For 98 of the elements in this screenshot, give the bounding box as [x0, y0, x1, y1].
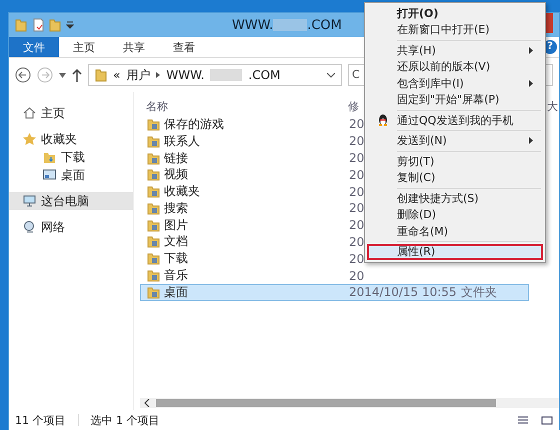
- dropdown-icon[interactable]: [327, 72, 335, 78]
- folder-icon: [147, 118, 160, 131]
- folder-icon: [147, 185, 160, 198]
- file-name: 桌面: [164, 284, 188, 301]
- computer-icon: [23, 195, 36, 207]
- folder-icon: [147, 134, 160, 148]
- scroll-left-icon[interactable]: [144, 399, 150, 407]
- file-row[interactable]: 音乐 20: [140, 267, 529, 284]
- menu-item[interactable]: 剪切(T): [367, 153, 543, 170]
- window-title: .COM: [307, 18, 342, 32]
- home-icon: [23, 107, 36, 119]
- scrollbar-thumb[interactable]: [156, 399, 496, 407]
- date-cell: 2014/10/15 10:55: [349, 285, 457, 300]
- address-bar[interactable]: « 用户 WWW. .COM: [88, 64, 342, 86]
- menu-item[interactable]: 属性(R): [367, 244, 543, 260]
- column-header[interactable]: 修: [348, 98, 359, 114]
- date-cell: 20: [349, 184, 364, 199]
- sidebar-item[interactable]: 桌面: [9, 166, 133, 184]
- recent-dropdown-icon[interactable]: [59, 72, 66, 78]
- redacted-block: [210, 69, 242, 81]
- breadcrumb-item[interactable]: WWW.: [166, 68, 204, 82]
- folder-icon: [147, 235, 160, 248]
- folder-icon: [147, 269, 160, 282]
- menu-item[interactable]: 打开(O): [367, 5, 543, 22]
- file-name: 下载: [164, 250, 188, 268]
- file-name: 视频: [164, 166, 188, 184]
- sidebar-label: 这台电脑: [41, 192, 89, 210]
- properties-icon[interactable]: [32, 18, 44, 32]
- breadcrumb-overflow[interactable]: «: [113, 68, 120, 82]
- sidebar-label: 收藏夹: [41, 130, 77, 148]
- menu-item[interactable]: 删除(D): [367, 206, 543, 223]
- submenu-arrow-icon: [529, 137, 533, 144]
- column-header[interactable]: 大: [547, 98, 558, 114]
- sidebar-label: 网络: [41, 218, 65, 236]
- submenu-arrow-icon: [529, 46, 533, 54]
- submenu-arrow-icon: [529, 80, 533, 87]
- sidebar-item[interactable]: 主页: [9, 104, 133, 122]
- folder-icon: [147, 252, 160, 266]
- dropdown-icon[interactable]: [66, 21, 74, 29]
- menu-item[interactable]: 共享(H): [367, 42, 543, 58]
- folder-icon: [95, 68, 107, 82]
- file-name: 链接: [164, 150, 188, 166]
- file-name: 图片: [164, 216, 188, 234]
- sidebar-label: 下载: [61, 148, 85, 166]
- date-cell: 20: [349, 252, 364, 266]
- breadcrumb-item[interactable]: 用户: [126, 66, 150, 84]
- sidebar-item[interactable]: 收藏夹: [9, 130, 133, 148]
- date-cell: 20: [349, 201, 364, 216]
- sidebar-item[interactable]: 下载: [9, 148, 133, 166]
- sidebar-label: 主页: [41, 104, 65, 122]
- menu-item[interactable]: 发送到(N): [367, 132, 543, 149]
- file-name: 音乐: [164, 267, 188, 284]
- ribbon-tab[interactable]: 文件: [9, 37, 59, 57]
- chevron-icon[interactable]: [156, 72, 160, 78]
- file-name: 联系人: [164, 132, 200, 150]
- date-cell: 20: [349, 234, 364, 249]
- menu-item[interactable]: 还原以前的版本(V): [367, 58, 543, 75]
- desktop-icon: [43, 169, 56, 181]
- folder-icon: [147, 286, 160, 299]
- date-cell: 20: [349, 218, 364, 232]
- file-name: 收藏夹: [164, 183, 200, 200]
- file-row[interactable]: 桌面 2014/10/15 10:55 文件夹: [140, 284, 529, 301]
- date-cell: 20: [349, 150, 364, 165]
- back-icon[interactable]: [15, 67, 31, 83]
- menu-item[interactable]: 复制(C): [367, 170, 543, 186]
- breadcrumb-item[interactable]: .COM: [248, 68, 280, 82]
- star-icon: [23, 133, 36, 145]
- details-view-icon[interactable]: [517, 414, 529, 426]
- menu-item[interactable]: 在新窗口中打开(E): [367, 22, 543, 38]
- menu-item[interactable]: 创建快捷方式(S): [367, 190, 543, 206]
- date-cell: 20: [349, 268, 364, 283]
- menu-item[interactable]: 重命名(M): [367, 223, 543, 240]
- penguin-icon: [377, 114, 389, 127]
- menu-item[interactable]: 包含到库中(I): [367, 75, 543, 92]
- menu-item[interactable]: 通过QQ发送到我的手机: [367, 112, 543, 128]
- file-name: 文档: [164, 233, 188, 250]
- sidebar-item[interactable]: 网络: [9, 218, 133, 236]
- folder-icon: [147, 202, 160, 215]
- redacted-block: [273, 19, 308, 31]
- folder-icon: [147, 152, 160, 164]
- item-count: 11 个项目: [15, 412, 66, 428]
- date-cell: 20: [349, 168, 364, 182]
- selection-count: 选中 1 个项目: [90, 412, 160, 428]
- date-cell: 20: [349, 134, 364, 148]
- file-name: 保存的游戏: [164, 116, 224, 133]
- network-icon: [23, 221, 36, 233]
- date-cell: 20: [349, 117, 364, 132]
- large-icons-view-icon[interactable]: [541, 414, 553, 426]
- folder-icon: [147, 168, 160, 182]
- window-title: WWW.: [232, 18, 274, 32]
- up-arrow-icon[interactable]: [72, 68, 82, 82]
- menu-item[interactable]: 固定到"开始"屏幕(P): [367, 92, 543, 108]
- file-name: 搜索: [164, 200, 188, 217]
- download-folder-icon: [43, 150, 56, 164]
- sidebar-label: 桌面: [61, 166, 85, 184]
- sidebar-item[interactable]: 这台电脑: [9, 192, 133, 210]
- column-header[interactable]: 名称: [140, 98, 348, 114]
- folder-icon: [147, 218, 160, 232]
